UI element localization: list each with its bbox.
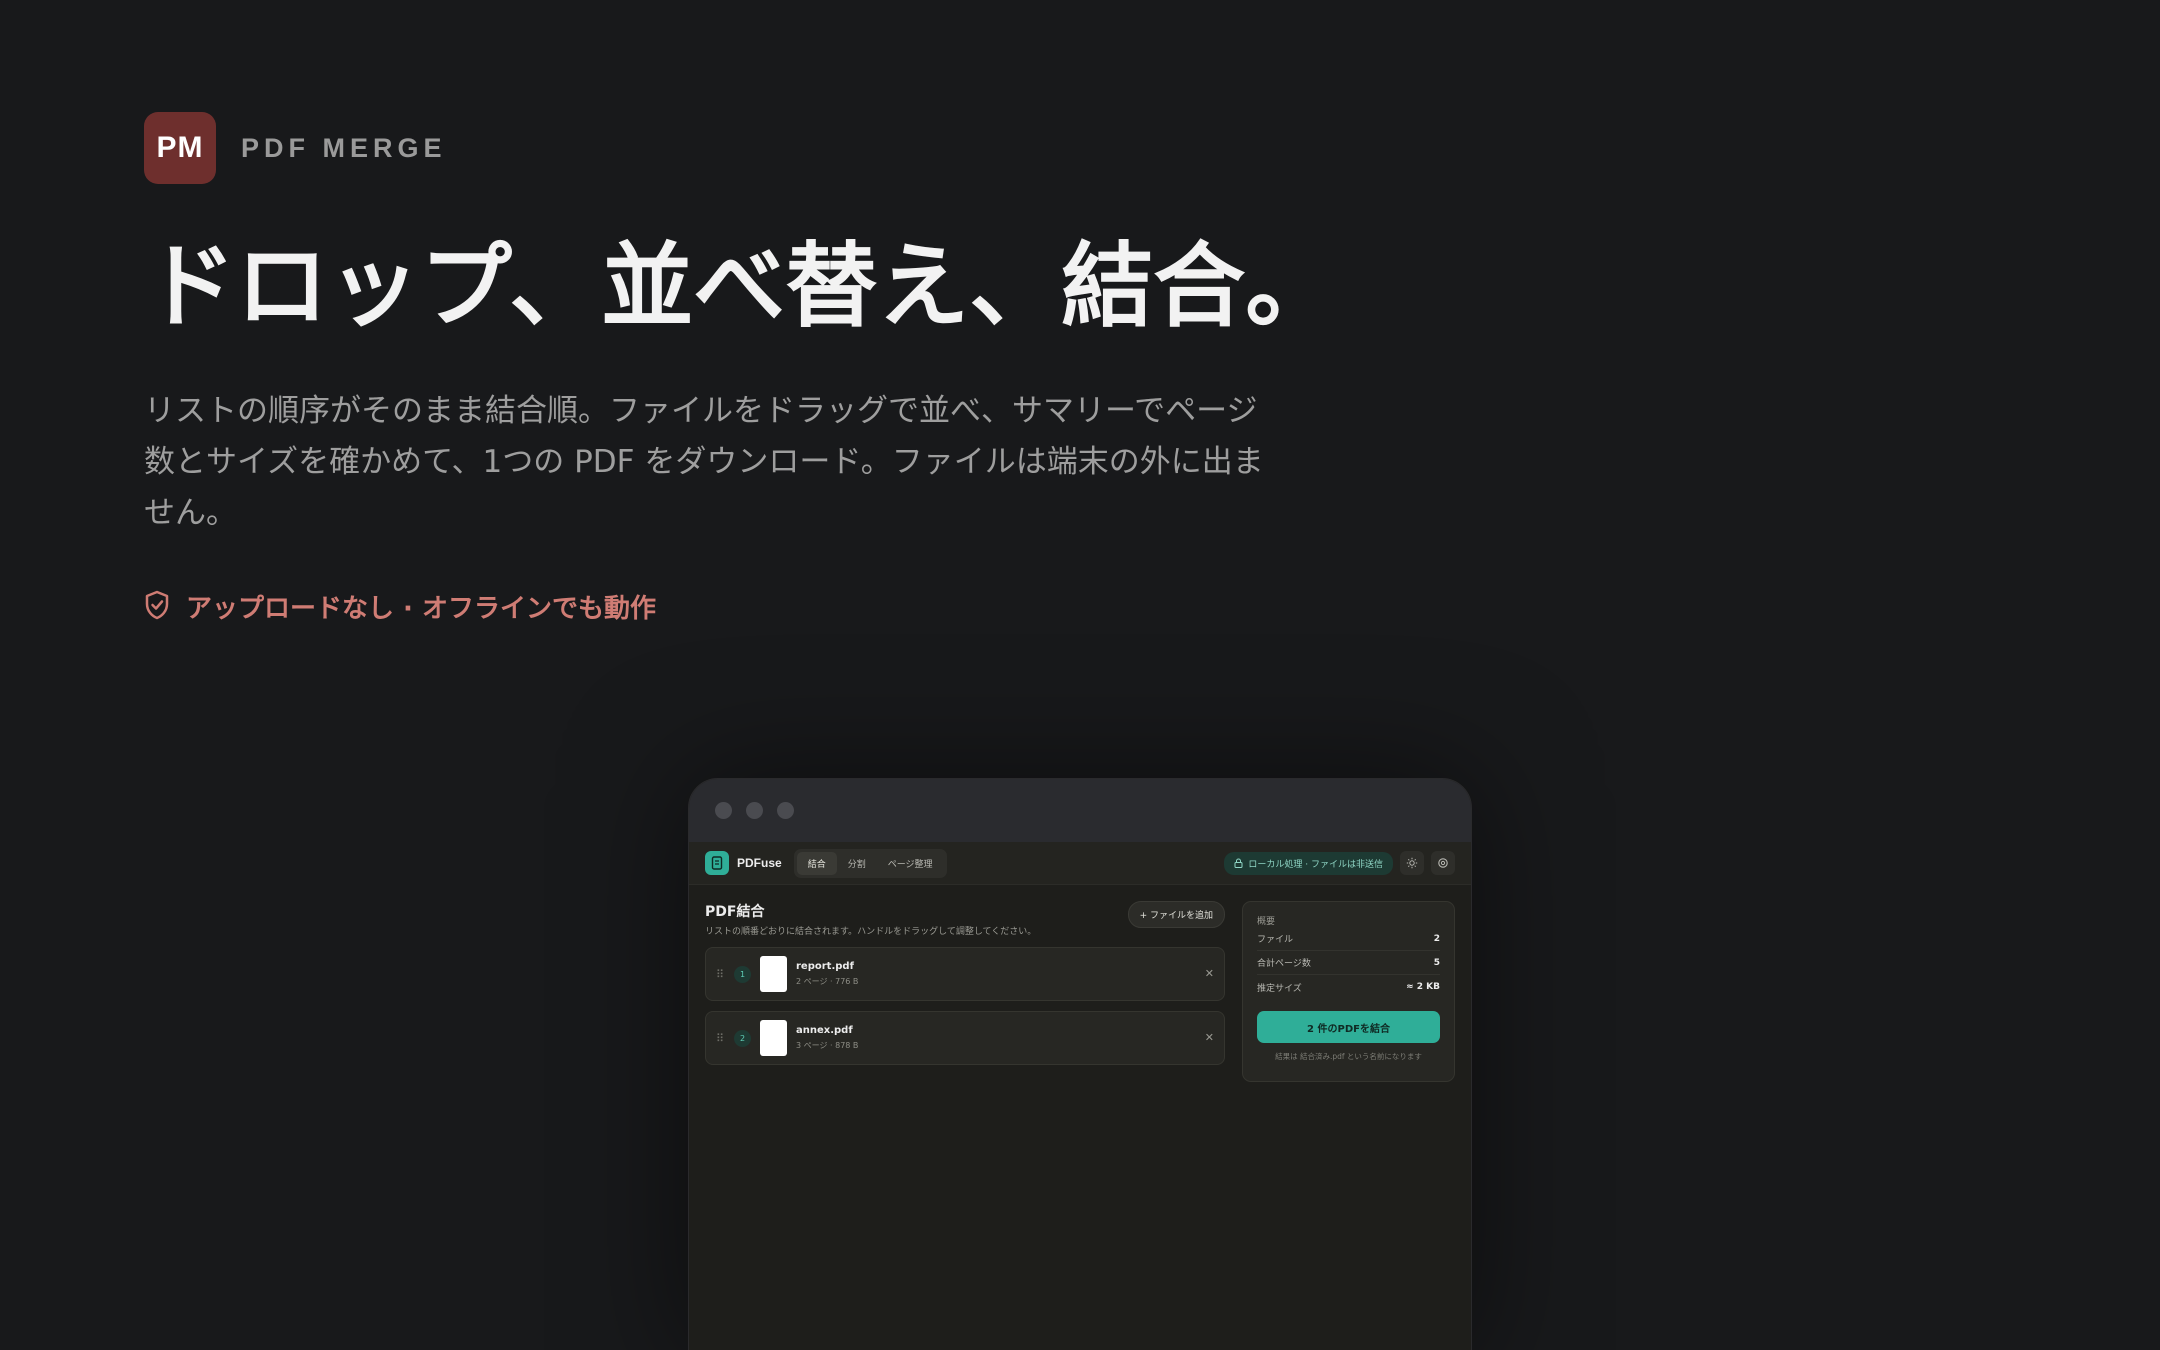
app-name: PDFFuse bbox=[737, 856, 782, 870]
app-logo-icon bbox=[705, 851, 729, 875]
summary-row-size: 推定サイズ ≈ 2 KB bbox=[1257, 982, 1440, 994]
brand-badge: PM bbox=[144, 112, 216, 184]
settings-button[interactable] bbox=[1431, 851, 1455, 875]
brand-header: PM PDF MERGE bbox=[144, 112, 447, 184]
file-order-badge: 1 bbox=[734, 965, 751, 983]
summary-title: 概要 bbox=[1257, 917, 1276, 927]
tab-organize-pages[interactable]: ページ整理 bbox=[877, 852, 944, 875]
drag-handle-icon[interactable]: ⠿ bbox=[716, 1032, 730, 1045]
local-processing-badge: ローカル処理 · ファイルは非送信 bbox=[1224, 851, 1393, 875]
shield-check-icon bbox=[144, 590, 170, 624]
tab-split[interactable]: 分割 bbox=[837, 852, 877, 875]
app-toolbar: PDFFuse 結合 分割 ページ整理 ローカル処理 · ファイルは非送信 bbox=[689, 842, 1471, 885]
file-name: annex.pdf bbox=[796, 1025, 853, 1036]
gear-icon bbox=[1438, 858, 1448, 868]
output-filename-note: 結果は 結合済み.pdf という名前になります bbox=[1275, 1052, 1422, 1061]
file-list: ⠿ 1 report.pdf 2 ページ · 776 B ✕ ⠿ 2 annex… bbox=[705, 947, 1225, 1065]
brand-name: PDF MERGE bbox=[241, 132, 447, 163]
remove-file-close-icon[interactable]: ✕ bbox=[1205, 967, 1214, 980]
lock-icon bbox=[1234, 858, 1243, 868]
sun-icon bbox=[1406, 857, 1418, 869]
privacy-note-text: アップロードなし · オフラインでも動作 bbox=[186, 594, 656, 624]
tab-merge[interactable]: 結合 bbox=[796, 851, 837, 875]
drag-handle-icon[interactable]: ⠿ bbox=[716, 968, 730, 981]
add-file-button[interactable]: + ファイルを追加 bbox=[1127, 901, 1225, 928]
file-row[interactable]: ⠿ 2 annex.pdf 3 ページ · 878 B ✕ bbox=[705, 1011, 1225, 1065]
file-thumbnail bbox=[760, 956, 787, 992]
summary-row-files: ファイル 2 bbox=[1257, 927, 1440, 951]
window-minimize-dot[interactable] bbox=[746, 802, 763, 819]
local-processing-text: ローカル処理 · ファイルは非送信 bbox=[1248, 859, 1383, 870]
file-row[interactable]: ⠿ 1 report.pdf 2 ページ · 776 B ✕ bbox=[705, 947, 1225, 1001]
file-meta: 3 ページ · 878 B bbox=[796, 1041, 859, 1050]
file-thumbnail bbox=[760, 1020, 787, 1056]
hero-subtitle: リストの順序がそのまま結合順。ファイルをドラッグで並べ、サマリーでページ数とサイ… bbox=[144, 393, 1264, 531]
privacy-note: アップロードなし · オフラインでも動作 bbox=[144, 588, 656, 625]
merge-pdfs-button[interactable]: 2 件のPDFを結合 bbox=[1257, 1011, 1440, 1043]
window-close-dot[interactable] bbox=[715, 802, 732, 819]
remove-file-close-icon[interactable]: ✕ bbox=[1205, 1031, 1214, 1044]
app-window: PDFFuse 結合 分割 ページ整理 ローカル処理 · ファイルは非送信 bbox=[688, 778, 1472, 1350]
file-name: report.pdf bbox=[796, 961, 854, 972]
theme-toggle-button[interactable] bbox=[1400, 851, 1424, 875]
file-meta: 2 ページ · 776 B bbox=[796, 977, 859, 986]
app-content: PDF結合 リストの順番どおりに結合されます。ハンドルをドラッグして調整してくだ… bbox=[689, 885, 1471, 1082]
window-maximize-dot[interactable] bbox=[777, 802, 794, 819]
summary-panel: 概要 ファイル 2 合計ページ数 5 推定サイズ ≈ 2 KB 2 件のPDFを… bbox=[1242, 901, 1455, 1082]
mode-tabs: 結合 分割 ページ整理 bbox=[793, 848, 947, 878]
hero-headline: ドロップ、並べ替え、結合。 bbox=[144, 233, 1338, 340]
file-order-badge: 2 bbox=[734, 1029, 751, 1047]
summary-row-pages: 合計ページ数 5 bbox=[1257, 951, 1440, 975]
window-titlebar bbox=[689, 779, 1471, 842]
merge-panel: PDF結合 リストの順番どおりに結合されます。ハンドルをドラッグして調整してくだ… bbox=[705, 901, 1225, 1065]
